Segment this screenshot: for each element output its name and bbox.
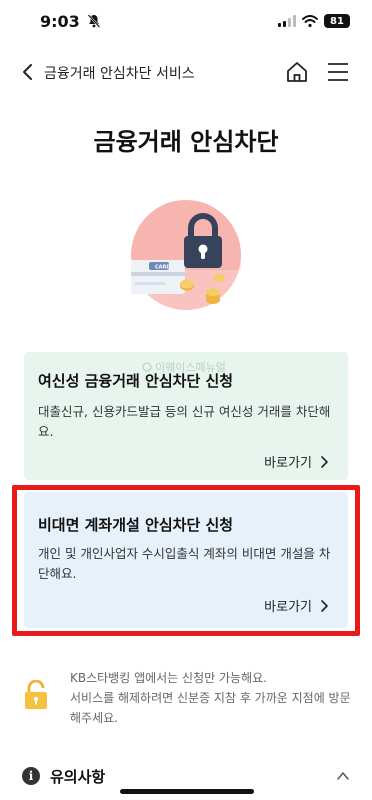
nav-bar: 금융거래 안심차단 서비스 xyxy=(0,52,372,92)
notice-text: KB스타뱅킹 앱에서는 신청만 가능해요. 서비스를 해제하려면 신분증 지참 … xyxy=(70,668,360,728)
status-indicators: 81 xyxy=(278,14,350,28)
hero-lock-card-illustration: CARD xyxy=(131,200,241,310)
info-icon: i xyxy=(22,767,40,785)
signal-icon xyxy=(278,15,296,27)
watermark-logo-icon xyxy=(142,362,152,372)
home-indicator[interactable] xyxy=(120,789,254,794)
notice-line-1: KB스타뱅킹 앱에서는 신청만 가능해요. xyxy=(70,671,267,685)
chevron-right-icon xyxy=(321,455,328,468)
wifi-icon xyxy=(302,15,318,27)
highlight-annotation-box xyxy=(12,485,360,636)
notice-line-2: 서비스를 해제하려면 신분증 지참 후 가까운 지점에 방문해주세요. xyxy=(70,691,351,725)
loan-block-link[interactable]: 바로가기 xyxy=(264,452,328,471)
caution-label: 유의사항 xyxy=(50,768,106,786)
hamburger-menu-icon[interactable] xyxy=(326,61,350,83)
watermark: 이웨이스매뉴얼 xyxy=(142,359,226,375)
watermark-text: 이웨이스매뉴얼 xyxy=(155,361,226,374)
status-time: 9:03 xyxy=(40,12,80,31)
page-title: 금융거래 안심차단 xyxy=(93,128,279,156)
back-button[interactable] xyxy=(16,60,38,84)
status-bar: 9:03 81 xyxy=(0,0,372,44)
chevron-up-icon[interactable] xyxy=(336,769,350,783)
nav-title: 금융거래 안심차단 서비스 xyxy=(44,66,195,82)
svg-text:CARD: CARD xyxy=(155,265,171,271)
unlocked-padlock-icon xyxy=(25,680,47,709)
battery-indicator: 81 xyxy=(324,14,350,28)
credit-card-icon: CARD xyxy=(131,260,185,294)
loan-block-description: 대출신규, 신용카드발급 등의 신규 여신성 거래를 차단해요. xyxy=(38,404,331,439)
home-icon[interactable] xyxy=(285,60,309,84)
caution-accordion-header[interactable]: i 유의사항 xyxy=(22,764,352,788)
loan-block-link-label: 바로가기 xyxy=(264,456,312,471)
chevron-left-icon xyxy=(23,64,32,80)
bell-off-icon xyxy=(87,14,101,28)
